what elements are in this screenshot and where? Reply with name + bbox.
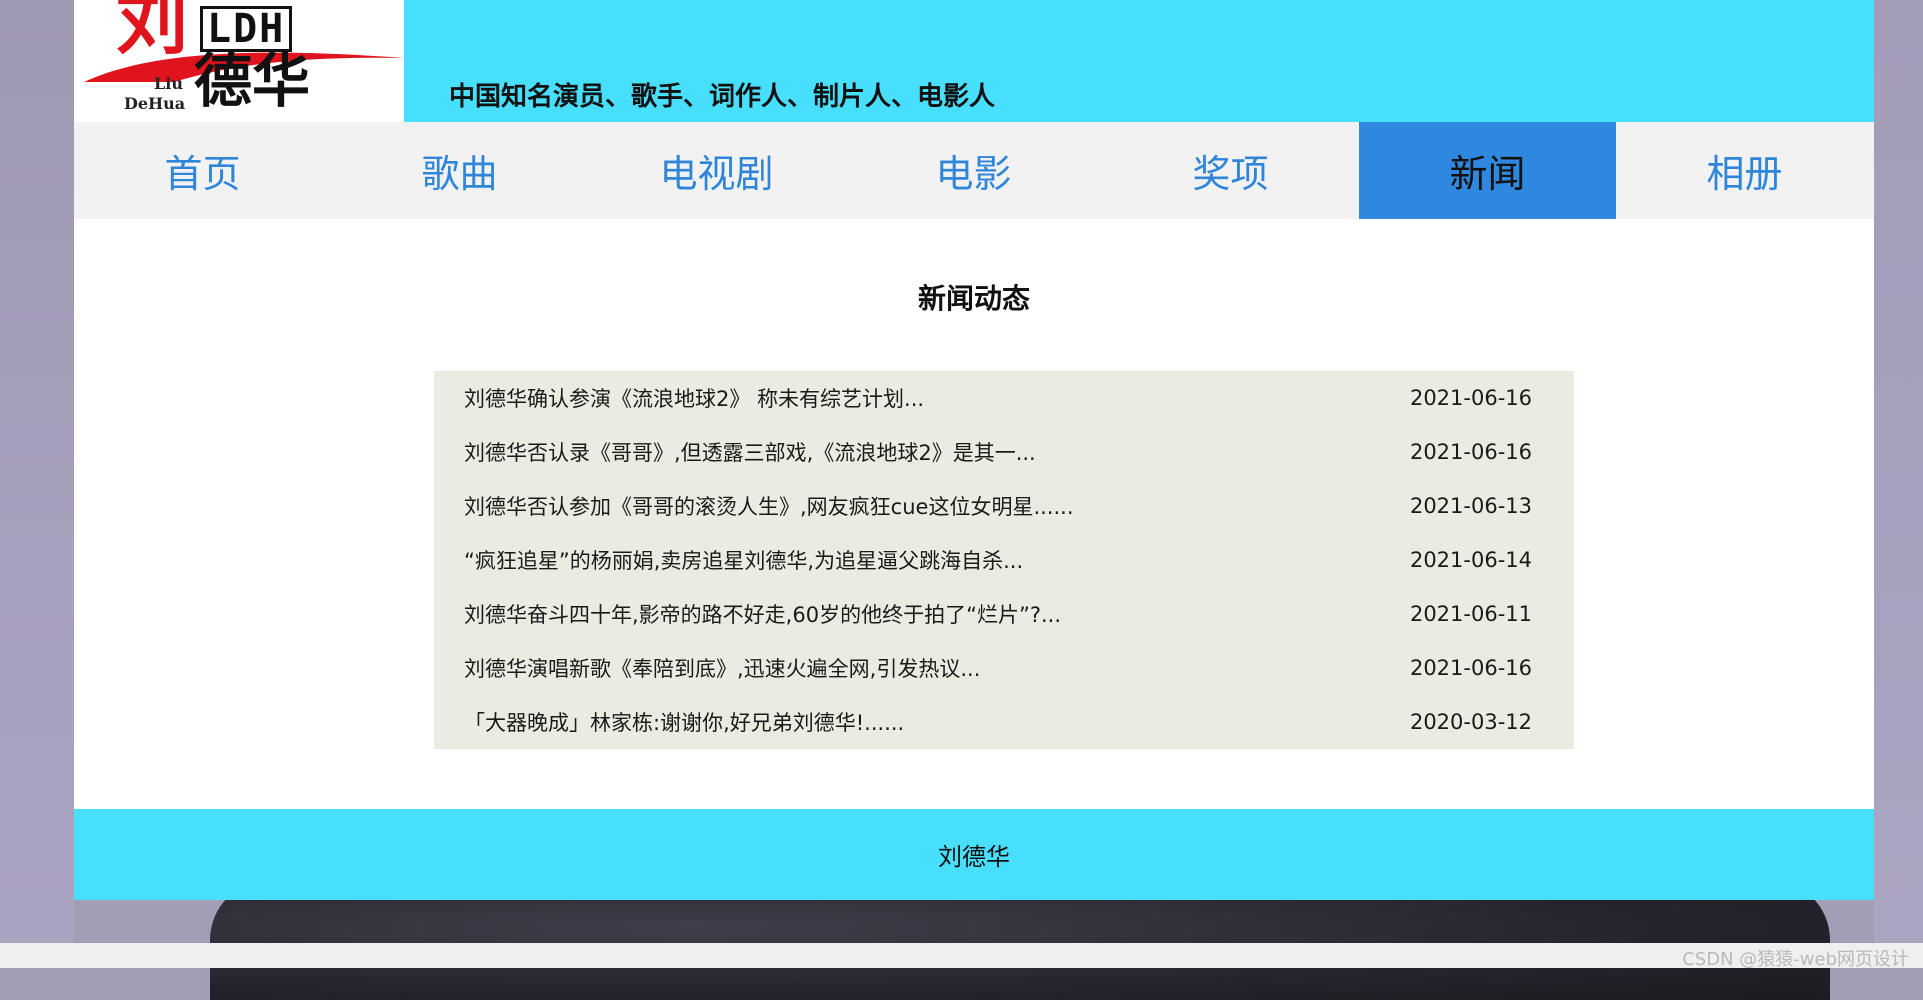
nav-item-news[interactable]: 新闻 [1359,122,1616,219]
news-title[interactable]: 刘德华演唱新歌《奉陪到底》,迅速火遍全网,引发热议... [434,653,980,683]
page-wrapper: 刘 LDH 德华 Liu DeHua 中国知名演员、歌手、词作人、制片人、电影人… [74,0,1874,900]
logo-en-liu: Liu [154,74,183,93]
site-header: 刘 LDH 德华 Liu DeHua 中国知名演员、歌手、词作人、制片人、电影人 [74,0,1874,122]
news-title[interactable]: 刘德华确认参演《流浪地球2》 称未有综艺计划... [434,383,924,413]
news-list: 刘德华确认参演《流浪地球2》 称未有综艺计划... 2021-06-16 刘德华… [434,371,1574,749]
news-date: 2020-03-12 [1409,710,1532,734]
browser-bottom-bar: CSDN @猿猿-web网页设计 [0,943,1923,970]
news-item[interactable]: 「大器晚成」林家栋:谢谢你,好兄弟刘德华!...... 2020-03-12 [434,695,1574,749]
nav-item-movies[interactable]: 电影 [845,122,1102,219]
news-item[interactable]: 刘德华确认参演《流浪地球2》 称未有综艺计划... 2021-06-16 [434,371,1574,425]
news-date: 2021-06-16 [1409,440,1532,464]
news-date: 2021-06-16 [1409,656,1532,680]
nav-item-awards[interactable]: 奖项 [1102,122,1359,219]
news-item[interactable]: 刘德华演唱新歌《奉陪到底》,迅速火遍全网,引发热议... 2021-06-16 [434,641,1574,695]
logo-en-dehua: DeHua [124,94,186,113]
main-nav: 首页 歌曲 电视剧 电影 奖项 新闻 相册 [74,122,1874,219]
news-date: 2021-06-11 [1409,602,1532,626]
news-title[interactable]: 刘德华奋斗四十年,影帝的路不好走,60岁的他终于拍了“烂片”?... [434,599,1061,629]
page-title: 新闻动态 [917,282,1030,315]
news-item[interactable]: 刘德华奋斗四十年,影帝的路不好走,60岁的他终于拍了“烂片”?... 2021-… [434,587,1574,641]
news-item[interactable]: 刘德华否认参加《哥哥的滚烫人生》,网友疯狂cue这位女明星...... 2021… [434,479,1574,533]
site-logo[interactable]: 刘 LDH 德华 Liu DeHua [74,0,404,122]
news-title[interactable]: 「大器晚成」林家栋:谢谢你,好兄弟刘德华!...... [434,707,904,737]
site-footer: 刘德华 [74,809,1874,900]
nav-item-home[interactable]: 首页 [74,122,331,219]
news-item[interactable]: “疯狂追星”的杨丽娟,卖房追星刘德华,为追星逼父跳海自杀... 2021-06-… [434,533,1574,587]
news-title[interactable]: 刘德华否认参加《哥哥的滚烫人生》,网友疯狂cue这位女明星...... [434,491,1074,521]
news-date: 2021-06-16 [1409,386,1532,410]
nav-item-album[interactable]: 相册 [1616,122,1873,219]
logo-liu: 刘 [116,0,189,64]
background-right [1874,0,1923,943]
nav-item-songs[interactable]: 歌曲 [331,122,588,219]
site-tagline: 中国知名演员、歌手、词作人、制片人、电影人 [449,82,996,112]
main-content: 新闻动态 刘德华确认参演《流浪地球2》 称未有综艺计划... 2021-06-1… [74,219,1874,809]
watermark: CSDN @猿猿-web网页设计 [1682,949,1909,970]
news-item[interactable]: 刘德华否认录《哥哥》,但透露三部戏,《流浪地球2》是其一... 2021-06-… [434,425,1574,479]
nav-item-tv-series[interactable]: 电视剧 [588,122,845,219]
news-date: 2021-06-13 [1409,494,1532,518]
logo-dehua: 德华 [194,47,311,115]
logo-ldh: LDH [200,6,293,52]
news-title[interactable]: 刘德华否认录《哥哥》,但透露三部戏,《流浪地球2》是其一... [434,437,1036,467]
news-date: 2021-06-14 [1409,548,1532,572]
news-title[interactable]: “疯狂追星”的杨丽娟,卖房追星刘德华,为追星逼父跳海自杀... [434,545,1023,575]
footer-text: 刘德华 [938,843,1010,871]
background-left [0,0,74,943]
